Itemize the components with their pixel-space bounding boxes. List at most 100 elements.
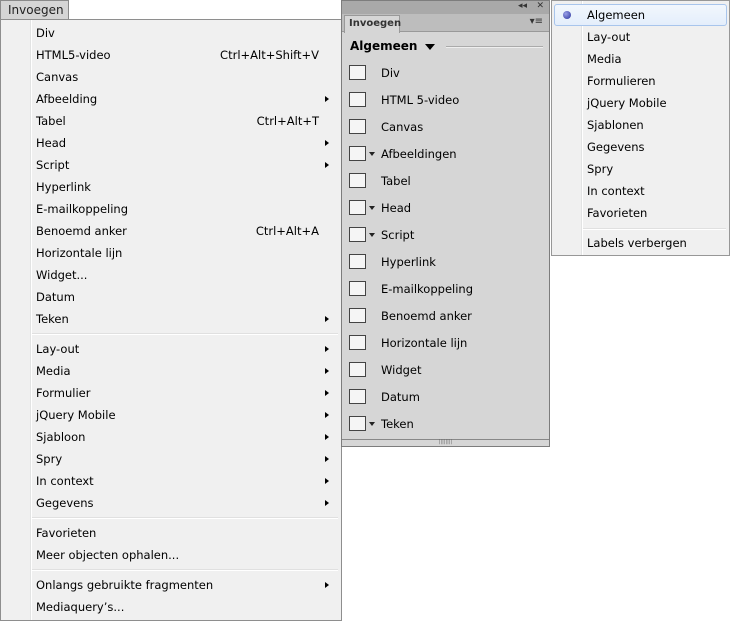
menu-item[interactable]: E-mailkoppeling <box>3 198 339 220</box>
panel-item[interactable]: Canvas <box>342 114 549 141</box>
popup-item[interactable]: Favorieten <box>554 202 727 224</box>
calendar-icon <box>349 389 366 404</box>
panel-item[interactable]: Teken <box>342 411 549 438</box>
menu-item[interactable]: Media <box>3 360 339 382</box>
panel-item-label: HTML 5-video <box>381 93 460 107</box>
menu-item[interactable]: HTML5-video Ctrl+Alt+Shift+V <box>3 44 339 66</box>
menu-item-label: Benoemd anker <box>36 224 127 238</box>
collapse-icon[interactable]: ◂◂ <box>518 1 527 11</box>
panel-item[interactable]: Div <box>342 60 549 87</box>
menu-item[interactable]: Script <box>3 154 339 176</box>
menu-item-label: Favorieten <box>36 526 97 540</box>
panel-item-label: Afbeeldingen <box>381 147 457 161</box>
panel-item-label: Teken <box>381 417 414 431</box>
menu-item[interactable]: Spry <box>3 448 339 470</box>
menu-item[interactable]: Widget... <box>3 264 339 286</box>
menu-item[interactable]: Gegevens <box>3 492 339 514</box>
popup-item[interactable]: Sjablonen <box>554 114 727 136</box>
popup-item[interactable]: Algemeen <box>554 4 727 26</box>
menu-item[interactable]: Div <box>3 22 339 44</box>
panel-item[interactable]: HTML 5-video <box>342 87 549 114</box>
dropdown-arrow-icon[interactable] <box>369 152 375 156</box>
menu-item[interactable]: Meer objecten ophalen... <box>3 544 339 566</box>
menu-item[interactable]: Horizontale lijn <box>3 242 339 264</box>
panel-item-label: Tabel <box>381 174 411 188</box>
panel-options-icon[interactable]: ▾≡ <box>530 16 543 27</box>
menu-item[interactable]: Lay-out <box>3 338 339 360</box>
line-break-icon <box>349 416 366 431</box>
menu-item-label: HTML5-video <box>36 48 111 62</box>
menu-invoegen[interactable]: Invoegen <box>0 0 69 20</box>
popup-item[interactable]: Gegevens <box>554 136 727 158</box>
chevron-down-icon <box>425 43 436 50</box>
panel-item[interactable]: Horizontale lijn <box>342 330 549 357</box>
menu-item-label: Lay-out <box>36 342 80 356</box>
panel-item[interactable]: E-mailkoppeling <box>342 276 549 303</box>
popup-item-label: Favorieten <box>587 206 648 220</box>
panel-item[interactable]: Head <box>342 195 549 222</box>
menu-item[interactable]: Teken <box>3 308 339 330</box>
popup-item[interactable]: Formulieren <box>554 70 727 92</box>
menu-item-shortcut: Ctrl+Alt+T <box>256 114 319 128</box>
popup-item[interactable]: In context <box>554 180 727 202</box>
menu-item-label: In context <box>36 474 94 488</box>
popup-item[interactable]: Lay-out <box>554 26 727 48</box>
panel-item[interactable]: Benoemd anker <box>342 303 549 330</box>
popup-item-label: Sjablonen <box>587 118 644 132</box>
menu-item[interactable]: Favorieten <box>3 522 339 544</box>
panel-item[interactable]: Hyperlink <box>342 249 549 276</box>
menu-item[interactable]: Mediaquery’s... <box>3 596 339 618</box>
submenu-arrow-icon <box>325 478 329 484</box>
menu-item[interactable]: Formulier <box>3 382 339 404</box>
pencil-icon <box>349 119 366 134</box>
submenu-arrow-icon <box>325 368 329 374</box>
image-icon <box>349 146 366 161</box>
panel-item-label: Canvas <box>381 120 424 134</box>
menu-item-label: Spry <box>36 452 63 466</box>
panel-item[interactable]: Datum <box>342 384 549 411</box>
insert-panel: ◂◂ ✕ Invoegen ▾≡ Algemeen |||||||| Div HT… <box>341 0 550 447</box>
menu-item-label: E-mailkoppeling <box>36 202 128 216</box>
popup-item-label: Lay-out <box>587 30 631 44</box>
menu-item[interactable]: jQuery Mobile <box>3 404 339 426</box>
submenu-arrow-icon <box>325 500 329 506</box>
resize-grip[interactable]: |||||||| <box>342 439 549 446</box>
menu-item[interactable]: Datum <box>3 286 339 308</box>
panel-item[interactable]: Afbeeldingen <box>342 141 549 168</box>
panel-item[interactable]: Script <box>342 222 549 249</box>
menu-item-label: Canvas <box>36 70 79 84</box>
submenu-arrow-icon <box>325 582 329 588</box>
menu-item-label: Afbeelding <box>36 92 98 106</box>
horizontal-rule-icon <box>349 335 366 350</box>
popup-item[interactable]: Media <box>554 48 727 70</box>
panel-item-label: Div <box>381 66 400 80</box>
dropdown-arrow-icon[interactable] <box>369 206 375 210</box>
menu-item[interactable]: Onlangs gebruikte fragmenten <box>3 574 339 596</box>
popup-item[interactable]: Spry <box>554 158 727 180</box>
panel-item-label: Horizontale lijn <box>381 336 468 350</box>
hide-labels-item[interactable]: Labels verbergen <box>554 232 727 254</box>
submenu-arrow-icon <box>325 412 329 418</box>
tab-invoegen[interactable]: Invoegen <box>344 15 401 33</box>
menu-item[interactable]: Hyperlink <box>3 176 339 198</box>
insert-menu: Div HTML5-video Ctrl+Alt+Shift+V Canvas Afbe… <box>0 19 342 621</box>
menu-item[interactable]: Afbeelding <box>3 88 339 110</box>
popup-item[interactable]: jQuery Mobile <box>554 92 727 114</box>
dropdown-arrow-icon[interactable] <box>369 233 375 237</box>
submenu-arrow-icon <box>325 162 329 168</box>
panel-item-label: Benoemd anker <box>381 309 472 323</box>
menu-separator <box>583 228 726 230</box>
menu-item[interactable]: Head <box>3 132 339 154</box>
close-icon[interactable]: ✕ <box>536 1 544 11</box>
menu-item[interactable]: Canvas <box>3 66 339 88</box>
dropdown-arrow-icon[interactable] <box>369 422 375 426</box>
panel-item[interactable]: Widget <box>342 357 549 384</box>
menu-item[interactable]: In context <box>3 470 339 492</box>
category-dropdown[interactable]: Algemeen <box>350 39 436 53</box>
menu-item[interactable]: Benoemd anker Ctrl+Alt+A <box>3 220 339 242</box>
menu-item[interactable]: Tabel Ctrl+Alt+T <box>3 110 339 132</box>
category-popup-menu: Algemeen Lay-out Media Formulieren jQuery Mo… <box>551 0 730 256</box>
menu-item[interactable]: Sjabloon <box>3 426 339 448</box>
panel-item[interactable]: Tabel <box>342 168 549 195</box>
film-icon <box>349 92 366 107</box>
